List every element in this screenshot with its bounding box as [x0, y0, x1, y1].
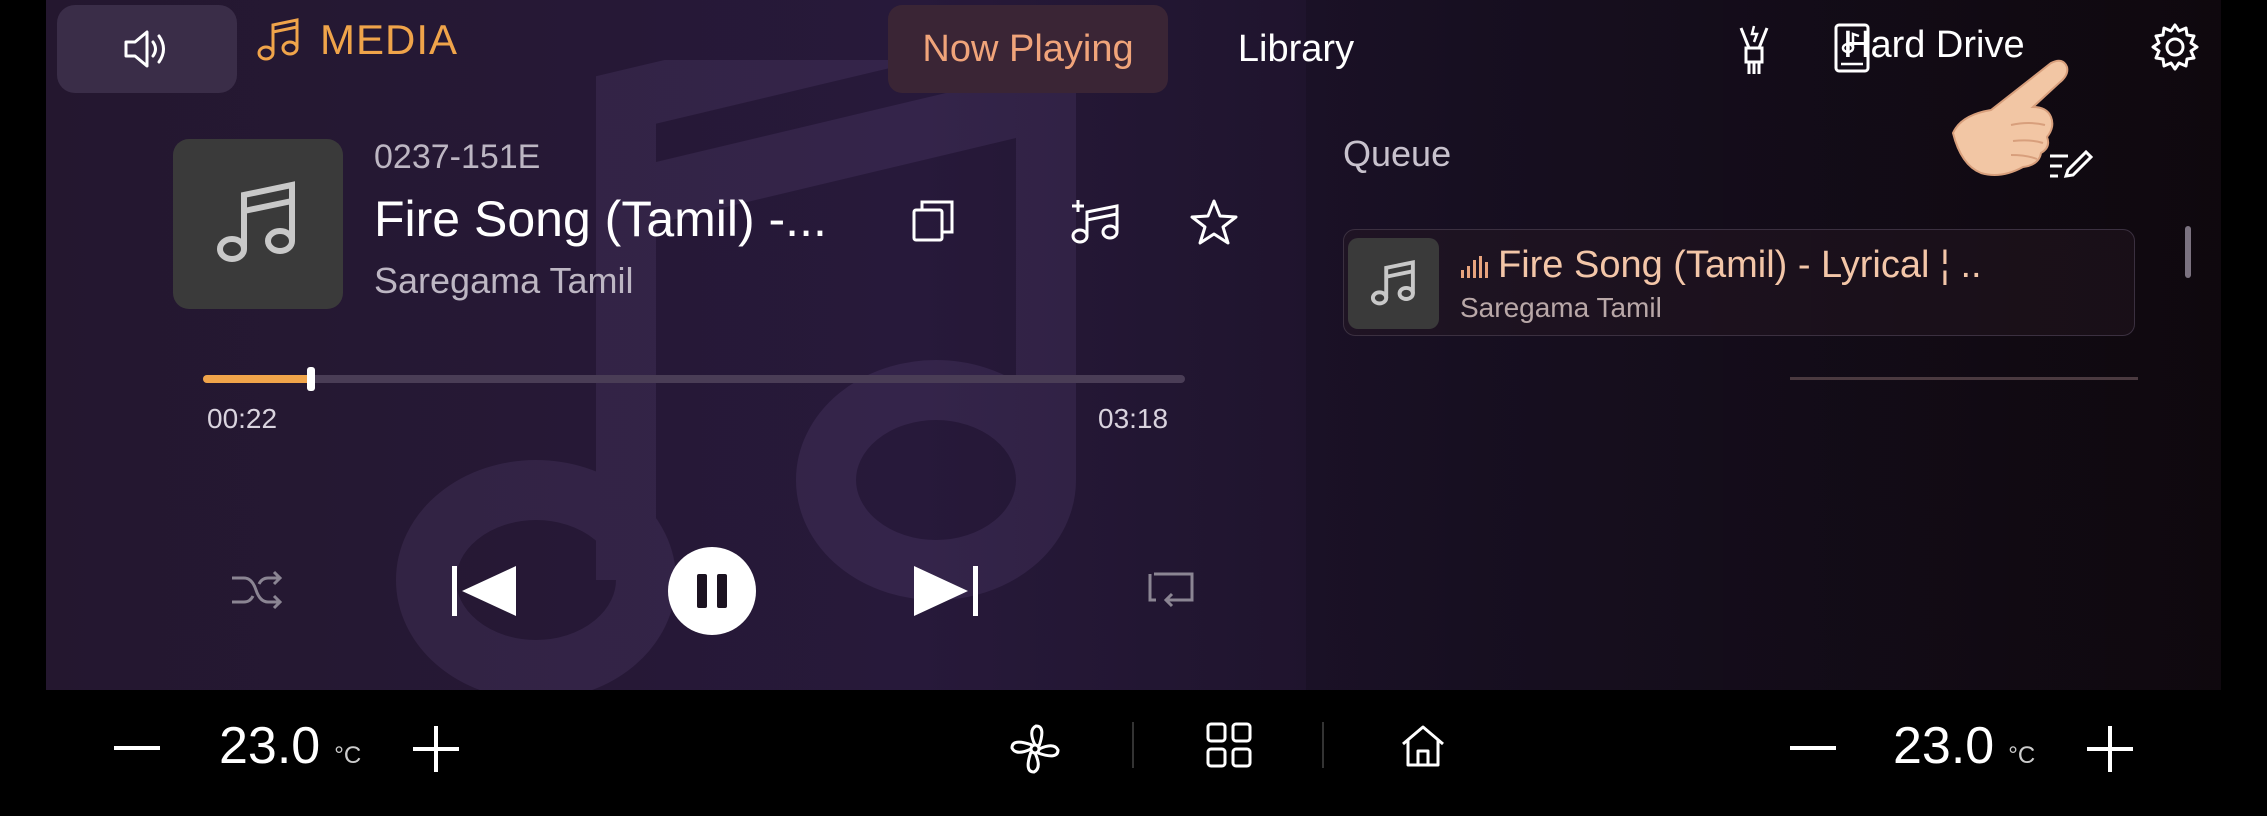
left-temperature-unit: °C [334, 742, 362, 769]
elapsed-time: 00:22 [207, 403, 278, 434]
music-note-icon [257, 18, 299, 61]
favorite-star-icon[interactable] [1188, 198, 1240, 246]
divider [1322, 722, 1324, 768]
next-track-icon[interactable] [910, 564, 980, 618]
plus-icon[interactable] [2087, 726, 2133, 772]
pause-button[interactable] [668, 547, 756, 635]
repeat-icon[interactable] [1144, 570, 1198, 610]
fan-icon[interactable] [1008, 722, 1062, 776]
duration-time: 03:18 [1098, 403, 1169, 434]
music-note-icon [217, 181, 295, 262]
left-temperature: 23.0 °C [219, 716, 361, 776]
speaker-icon [124, 30, 165, 68]
queue-item-art [1348, 238, 1439, 329]
header: MEDIA Now Playing Library Hard Drive [46, 0, 2221, 95]
climate-bar: 23.0 °C 23.0 °C [0, 690, 2267, 816]
divider [1132, 722, 1134, 768]
queue-title: Queue [1343, 133, 1452, 174]
progress-fill [203, 375, 312, 383]
minus-icon[interactable] [114, 746, 160, 752]
right-temperature-unit: °C [2008, 742, 2036, 769]
apps-grid-icon[interactable] [1206, 722, 1252, 768]
gear-icon[interactable] [2150, 22, 2200, 72]
queue-scrollbar[interactable] [2185, 226, 2191, 278]
app-title: MEDIA [256, 16, 458, 64]
album-art [173, 139, 343, 309]
previous-track-icon[interactable] [450, 564, 520, 618]
progress-handle[interactable] [307, 367, 316, 391]
track-title: Fire Song (Tamil) -... [374, 191, 827, 247]
left-temperature-value: 23.0 [219, 717, 321, 775]
app-title-text: MEDIA [320, 16, 459, 63]
queue-item-artist: Saregama Tamil [1460, 292, 1662, 323]
shuffle-icon[interactable] [230, 570, 284, 610]
music-note-icon [1370, 259, 1415, 305]
copy-icon[interactable] [910, 198, 956, 244]
media-screen: MEDIA Now Playing Library Hard Drive 023… [46, 0, 2221, 690]
queue-item[interactable]: Fire Song (Tamil) - Lyrical ¦ .. Saregam… [1343, 229, 2135, 336]
volume-button[interactable] [57, 5, 237, 93]
tab-now-playing[interactable]: Now Playing [888, 5, 1168, 93]
right-temperature-value: 23.0 [1893, 717, 1995, 775]
home-icon[interactable] [1400, 724, 1446, 768]
progress-bar[interactable] [203, 367, 1185, 391]
usb-device-icon[interactable] [1729, 22, 1779, 78]
queue-item-title: Fire Song (Tamil) - Lyrical ¦ .. [1460, 244, 1982, 287]
plus-icon[interactable] [413, 726, 459, 772]
queue-item-title-text: Fire Song (Tamil) - Lyrical ¦ .. [1498, 244, 1982, 286]
minus-icon[interactable] [1790, 746, 1836, 752]
equalizer-playing-icon [1461, 255, 1488, 278]
right-temperature: 23.0 °C [1893, 716, 2035, 776]
queue-divider [1790, 377, 2138, 380]
track-code: 0237-151E [374, 138, 541, 176]
track-artist: Saregama Tamil [374, 260, 634, 301]
pause-icon [697, 574, 727, 608]
add-to-playlist-icon[interactable] [1070, 198, 1122, 246]
tab-library[interactable]: Library [1196, 5, 1396, 93]
pointing-hand-icon [1951, 59, 2069, 176]
